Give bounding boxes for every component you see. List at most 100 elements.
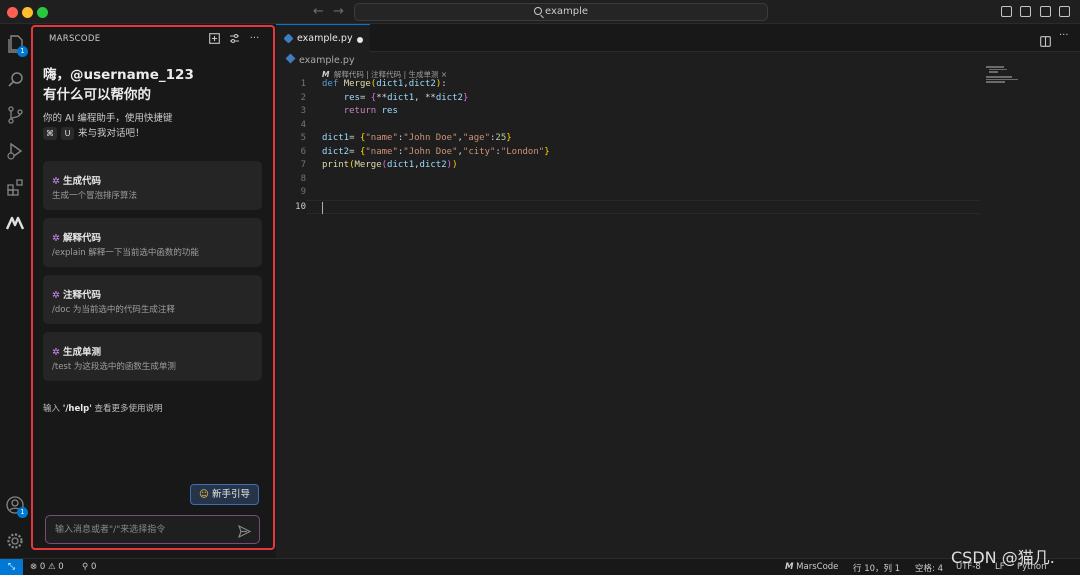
settings-sliders-icon[interactable] <box>229 33 240 44</box>
remote-indicator-icon[interactable]: ⤡ <box>0 559 23 575</box>
line-number: 8 <box>300 173 306 184</box>
code-line: def Merge(dict1,dict2): <box>322 79 447 89</box>
line-number: 5 <box>300 133 306 143</box>
card-desc: /doc 为当前选中的代码生成注释 <box>52 305 175 315</box>
split-editor-icon[interactable] <box>1040 32 1051 51</box>
cursor-position[interactable]: 行 10，列 1 <box>853 562 900 574</box>
codelens-test[interactable]: 生成单测 <box>408 70 438 79</box>
card-title: 生成代码 <box>62 176 101 187</box>
more-actions-icon[interactable]: ··· <box>249 33 260 44</box>
ports-indicator[interactable]: ⚲ 0 <box>82 562 96 572</box>
kbd-cmd-key: ⌘ <box>43 127 57 140</box>
beginner-guide-button[interactable]: ☺ 新手引导 <box>190 484 259 505</box>
settings-gear-icon[interactable] <box>4 530 26 552</box>
help-tip: 输入 '/help' 查看更多使用说明 <box>43 402 163 414</box>
help-suffix: 查看更多使用说明 <box>94 404 163 414</box>
customize-layout-icon[interactable] <box>1059 6 1070 17</box>
code-line: return res <box>343 106 398 116</box>
errors-count: 0 <box>39 562 46 572</box>
current-line-highlight <box>306 200 980 214</box>
breadcrumb[interactable]: example.py <box>285 53 355 66</box>
marscode-small-icon: M <box>322 70 330 79</box>
source-control-icon[interactable] <box>4 104 26 126</box>
forward-arrow-icon[interactable]: → <box>333 4 344 19</box>
code-line: res= {**dict1, **dict2} <box>343 92 469 103</box>
sparkle-icon: ✲ <box>52 233 60 244</box>
codelens-doc[interactable]: 注释代码 <box>371 70 401 79</box>
help-command: '/help' <box>62 404 92 414</box>
codelens-close-icon[interactable]: × <box>441 70 447 79</box>
code-line: dict2= {"name":"John Doe","city":"London… <box>322 146 550 157</box>
python-file-icon <box>285 53 296 64</box>
breadcrumb-file: example.py <box>299 55 355 66</box>
tab-example-py[interactable]: example.py <box>276 24 370 52</box>
editor-more-icon[interactable]: ··· <box>1059 30 1069 41</box>
hug-emoji-icon: ☺ <box>199 489 209 500</box>
activity-bar: 1 1 <box>0 24 30 558</box>
toggle-panel-icon[interactable] <box>1020 6 1031 17</box>
minimap[interactable] <box>986 66 1022 83</box>
watermark: CSDN @猫几. <box>951 548 1055 567</box>
new-chat-icon[interactable] <box>209 33 220 44</box>
problems-indicator[interactable]: ⊗ 0 ⚠ 0 <box>30 562 64 572</box>
codelens-explain[interactable]: 解释代码 <box>334 70 364 79</box>
card-desc: /explain 解释一下当前选中函数的功能 <box>52 248 199 258</box>
minimize-window-button[interactable] <box>22 7 33 18</box>
warnings-count: 0 <box>58 562 64 572</box>
card-desc: 生成一个冒泡排序算法 <box>52 191 138 201</box>
line-number: 7 <box>300 160 306 170</box>
run-debug-icon[interactable] <box>4 140 26 162</box>
title-bar: ← → example <box>0 0 1080 24</box>
explorer-icon[interactable]: 1 <box>4 33 28 57</box>
tab-label: example.py <box>297 33 353 44</box>
action-card-explain[interactable]: ✲ 解释代码 /explain 解释一下当前选中函数的功能 <box>43 218 262 267</box>
command-center-search[interactable]: example <box>354 3 768 21</box>
unsaved-dot-icon[interactable] <box>357 37 363 43</box>
card-title: 生成单测 <box>62 347 101 358</box>
editor-tabs-bar: example.py ··· <box>276 24 1080 52</box>
ports-count: 0 <box>90 562 97 572</box>
back-arrow-icon[interactable]: ← <box>313 4 324 19</box>
sparkle-icon: ✲ <box>52 347 60 358</box>
marscode-status[interactable]: M MarsCode <box>785 562 838 572</box>
codelens-sep: | <box>366 70 369 79</box>
greeting-subtitle: 有什么可以帮你的 <box>43 87 151 103</box>
marscode-icon[interactable] <box>4 212 26 234</box>
toggle-secondary-sidebar-icon[interactable] <box>1040 6 1051 17</box>
intro-tail: 来与我对话吧！ <box>78 128 145 139</box>
action-card-generate[interactable]: ✲ 生成代码 生成一个冒泡排序算法 <box>43 161 262 210</box>
card-title: 解释代码 <box>62 233 101 244</box>
action-card-doc[interactable]: ✲ 注释代码 /doc 为当前选中的代码生成注释 <box>43 275 262 324</box>
send-icon[interactable] <box>238 523 252 539</box>
line-number: 1 <box>300 79 306 89</box>
search-icon[interactable] <box>4 68 26 90</box>
guide-label: 新手引导 <box>211 489 250 500</box>
account-icon[interactable]: 1 <box>4 494 28 518</box>
code-line: print(Merge(dict1,dict2)) <box>322 160 458 170</box>
extensions-icon[interactable] <box>4 176 26 198</box>
line-number-active: 10 <box>295 202 306 212</box>
sparkle-icon: ✲ <box>52 290 60 301</box>
intro-text: 你的 AI 编程助手，使用快捷键 <box>43 113 173 124</box>
greeting-title: 嗨，@username_123 <box>43 67 194 83</box>
python-file-icon <box>283 33 294 44</box>
kbd-u-key: U <box>61 127 74 140</box>
action-card-test[interactable]: ✲ 生成单测 /test 为这段选中的函数生成单测 <box>43 332 262 381</box>
zoom-window-button[interactable] <box>37 7 48 18</box>
close-window-button[interactable] <box>7 7 18 18</box>
chat-input[interactable] <box>55 523 225 537</box>
indentation[interactable]: 空格: 4 <box>915 562 943 574</box>
status-bar: ⤡ ⊗ 0 ⚠ 0 ⚲ 0 M MarsCode 行 10，列 1 空格: 4 … <box>0 558 1080 575</box>
chat-input-box[interactable] <box>45 515 260 544</box>
card-desc: /test 为这段选中的函数生成单测 <box>52 362 176 372</box>
line-number: 9 <box>300 187 306 197</box>
explorer-badge: 1 <box>17 46 28 57</box>
toggle-primary-sidebar-icon[interactable] <box>1001 6 1012 17</box>
code-line: dict1= {"name":"John Doe","age":25} <box>322 133 512 143</box>
line-number: 3 <box>300 106 306 116</box>
codelens-sep: | <box>403 70 407 79</box>
help-prefix: 输入 <box>43 404 61 414</box>
sparkle-icon: ✲ <box>52 176 60 187</box>
card-title: 注释代码 <box>62 290 101 301</box>
search-icon <box>533 7 542 15</box>
